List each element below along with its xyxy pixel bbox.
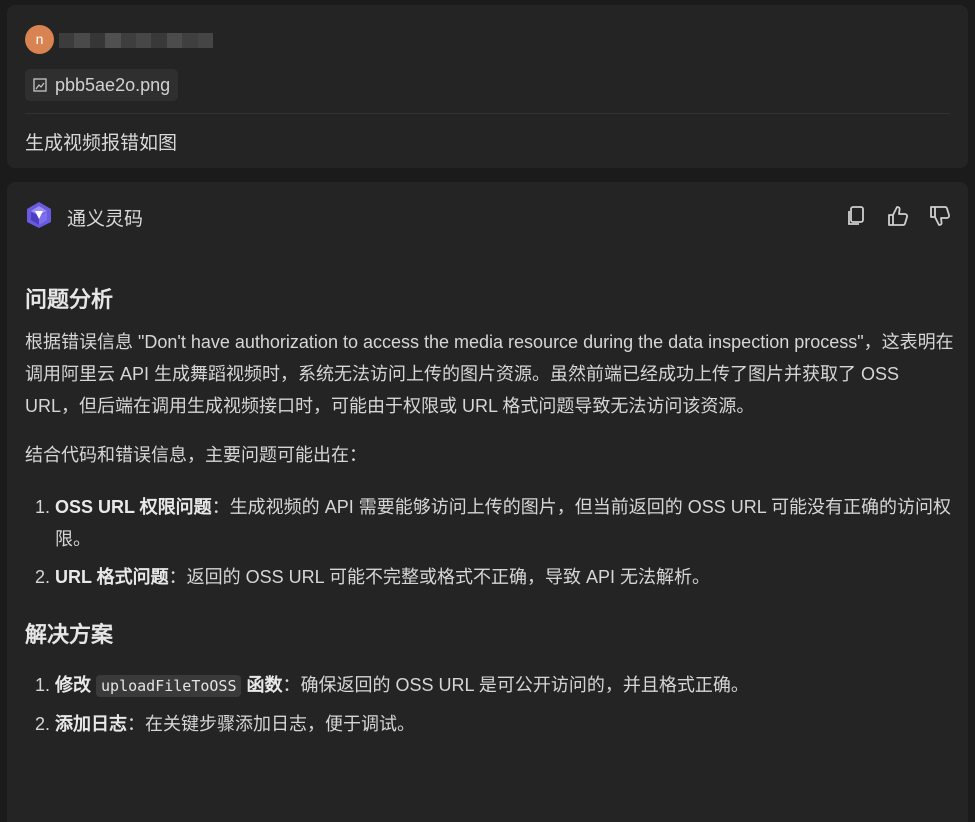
divider <box>25 113 950 114</box>
list-item: URL 格式问题：返回的 OSS URL 可能不完整或格式不正确，导致 API … <box>55 561 955 593</box>
list-item: 添加日志：在关键步骤添加日志，便于调试。 <box>55 708 955 740</box>
attachment-chip[interactable]: pbb5ae2o.png <box>25 69 179 101</box>
list-item: OSS URL 权限问题：生成视频的 API 需要能够访问上传的图片，但当前返回… <box>55 491 955 555</box>
tongyi-logo-icon <box>27 202 51 228</box>
analysis-intro: 结合代码和错误信息，主要问题可能出在： <box>25 445 367 465</box>
attachment-filename: pbb5ae2o.png <box>55 74 171 95</box>
analysis-heading: 问题分析 <box>25 287 114 312</box>
blurred-username <box>59 33 214 48</box>
solution-list: 修改 uploadFileToOSS 函数：确保返回的 OSS URL 是可公开… <box>25 669 955 740</box>
user-message-text: 生成视频报错如图 <box>25 133 178 154</box>
user-message-card: n pbb5ae2o.png 生成视频报错如图 <box>7 5 968 168</box>
assistant-name: 通义灵码 <box>67 209 144 230</box>
issue-list: OSS URL 权限问题：生成视频的 API 需要能够访问上传的图片，但当前返回… <box>25 491 955 593</box>
user-avatar: n <box>25 25 54 54</box>
thumbs-down-icon[interactable] <box>928 204 952 228</box>
analysis-paragraph: 根据错误信息 "Don't have authorization to acce… <box>25 332 954 416</box>
thumbs-up-icon[interactable] <box>886 204 910 228</box>
solution-heading: 解决方案 <box>25 622 114 647</box>
inline-code: uploadFileToOSS <box>96 675 242 697</box>
message-actions <box>844 204 952 228</box>
assistant-message-card: 通义灵码 问题分析 根据错误信息 "Don't have authorizati… <box>7 182 968 822</box>
assistant-message-body: 问题分析 根据错误信息 "Don't have authorization to… <box>25 282 955 740</box>
copy-icon[interactable] <box>844 204 868 228</box>
image-file-icon <box>33 78 47 92</box>
list-item: 修改 uploadFileToOSS 函数：确保返回的 OSS URL 是可公开… <box>55 669 955 702</box>
